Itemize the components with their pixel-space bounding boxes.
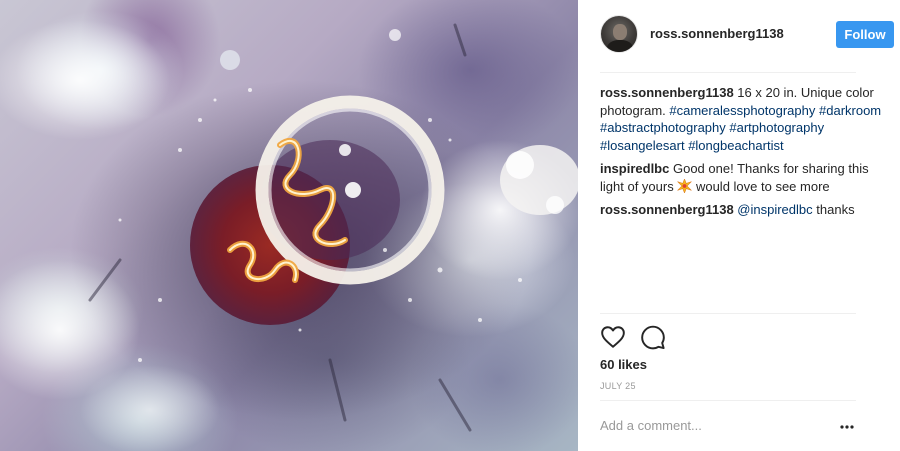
speech-bubble-icon[interactable] (640, 324, 666, 350)
caption: ross.sonnenberg1138 16 x 20 in. Unique c… (600, 84, 882, 154)
comment-input[interactable] (600, 418, 800, 433)
post-photo[interactable] (0, 0, 578, 451)
like-count[interactable]: 60 likes (600, 357, 647, 372)
post-header: ross.sonnenberg1138 Follow (600, 12, 894, 62)
comment-username[interactable]: ross.sonnenberg1138 (600, 202, 734, 217)
author-username[interactable]: ross.sonnenberg1138 (650, 26, 784, 41)
header-divider (600, 72, 856, 73)
hashtag[interactable]: #artphotography (729, 120, 824, 135)
comment-username[interactable]: inspiredlbc (600, 161, 669, 176)
sparkle-burst-icon (677, 178, 693, 193)
hashtag[interactable]: #losangelesart (600, 138, 685, 153)
follow-button[interactable]: Follow (836, 21, 894, 48)
comment-item: ross.sonnenberg1138 @inspiredlbc thanks (600, 201, 882, 219)
heart-icon[interactable] (600, 324, 626, 350)
avatar-body (607, 40, 633, 52)
photogram-artwork (0, 20, 578, 451)
avatar[interactable] (600, 15, 638, 53)
comment-item: inspiredlbc Good one! Thanks for sharing… (600, 160, 882, 195)
comment-text: thanks (816, 202, 855, 217)
actions-divider (600, 313, 856, 314)
comment-text: would love to see more (695, 178, 830, 194)
post-sidebar: ross.sonnenberg1138 Follow ross.sonnenbe… (578, 0, 900, 451)
comment-list: ross.sonnenberg1138 16 x 20 in. Unique c… (600, 84, 882, 225)
hashtag[interactable]: #abstractphotography (600, 120, 726, 135)
hashtag[interactable]: #longbeachartist (688, 138, 783, 153)
more-options-icon[interactable] (838, 420, 856, 434)
mention-link[interactable]: @inspiredlbc (737, 202, 812, 217)
post-date[interactable]: JULY 25 (600, 381, 636, 391)
instagram-post: ross.sonnenberg1138 Follow ross.sonnenbe… (0, 0, 900, 451)
avatar-face (613, 24, 627, 40)
comment-divider (600, 400, 856, 401)
hashtag[interactable]: #cameralessphotography (669, 103, 815, 118)
caption-username[interactable]: ross.sonnenberg1138 (600, 85, 734, 100)
hashtag[interactable]: #darkroom (819, 103, 881, 118)
